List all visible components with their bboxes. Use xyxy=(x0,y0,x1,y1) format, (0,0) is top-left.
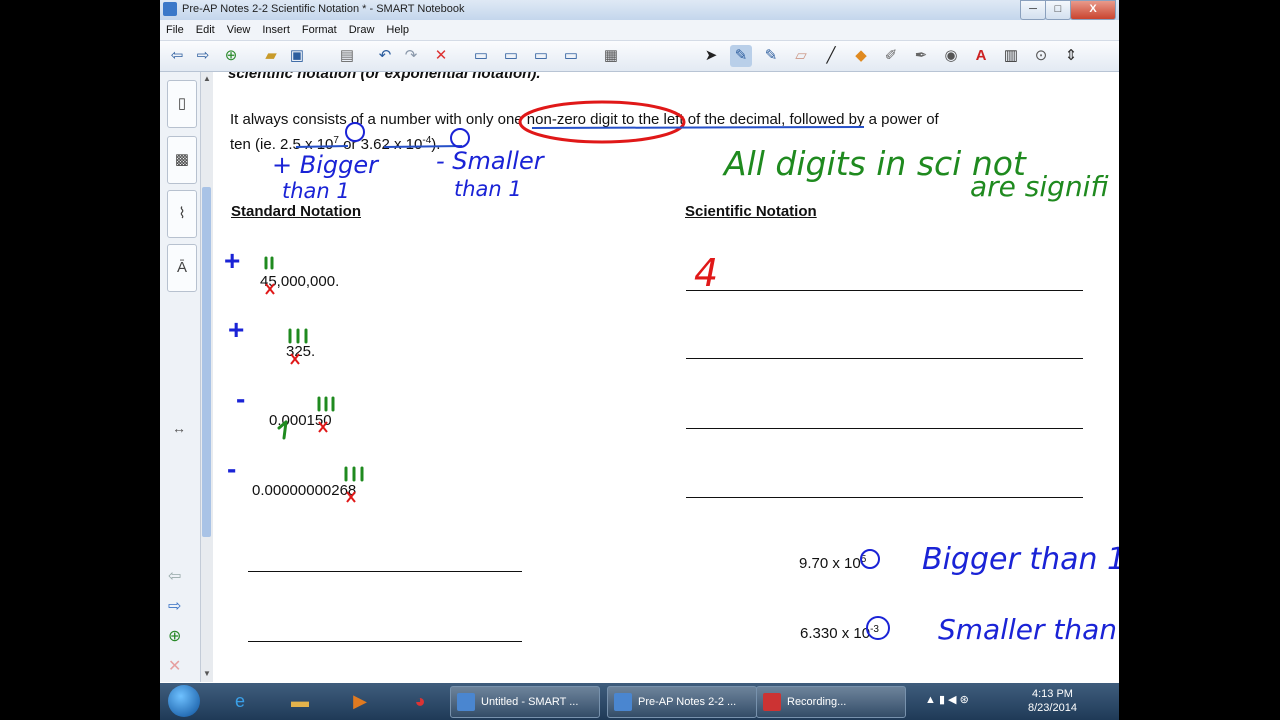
previous-page-icon[interactable]: ⇦ xyxy=(168,566,181,586)
maximize-button[interactable]: □ xyxy=(1045,0,1071,20)
minimize-button[interactable]: ─ xyxy=(1020,0,1046,20)
ink-are-significant: are signifi xyxy=(970,170,1109,203)
exponent-circle-4 xyxy=(866,616,890,640)
media-player-icon[interactable]: ▶ xyxy=(338,686,382,717)
task-label-1: Untitled - SMART ... xyxy=(481,696,579,708)
system-tray[interactable]: ▲ ▮ ◀ ⊛ xyxy=(925,693,969,706)
attachments-tab[interactable]: ⌇ xyxy=(167,190,197,238)
menu-view[interactable]: View xyxy=(221,21,257,36)
menu-draw[interactable]: Draw xyxy=(343,21,381,36)
menu-edit[interactable]: Edit xyxy=(190,21,221,36)
red-ink-ellipse xyxy=(518,100,686,144)
search-icon[interactable]: ⊙ xyxy=(1030,45,1052,67)
vertical-scrollbar[interactable]: ▲ ▼ xyxy=(201,72,213,682)
ink-sign-3: - xyxy=(236,383,245,414)
task-label-3: Recording... xyxy=(787,696,847,708)
smart-app-icon xyxy=(457,693,475,712)
ink-sign-1: + xyxy=(224,245,240,276)
next-page-icon[interactable]: ⇨ xyxy=(168,596,181,616)
side-tab-panel: ▯ ▩ ⌇ Ā ↔ ⇦ ⇨ ⊕ ✕ xyxy=(160,72,201,682)
save-icon[interactable]: ▣ xyxy=(286,45,308,67)
title-bar[interactable]: Pre-AP Notes 2-2 Scientific Notation * -… xyxy=(160,0,1119,20)
clock[interactable]: 4:13 PM 8/23/2014 xyxy=(1028,687,1077,715)
eraser-icon[interactable]: ▱ xyxy=(790,45,812,67)
shapes-icon[interactable]: ◆ xyxy=(850,45,872,67)
ink-plus-bigger: + Bigger xyxy=(272,151,380,179)
redo-icon[interactable]: ↷ xyxy=(400,45,422,67)
scroll-thumb[interactable] xyxy=(202,187,211,537)
open-icon[interactable]: ▰ xyxy=(260,45,282,67)
add-page-icon[interactable]: ⊕ xyxy=(220,45,242,67)
ink-bigger-than-1: Bigger than 1 xyxy=(922,542,1119,577)
display-icon[interactable]: ▭ xyxy=(500,45,522,67)
scroll-up-icon[interactable]: ▲ xyxy=(201,74,213,86)
forward-icon[interactable]: ⇨ xyxy=(192,45,214,67)
windows-taskbar: e ▬ ▶ ◕ Untitled - SMART ... Pre-AP Note… xyxy=(160,683,1119,720)
select-icon[interactable]: ➤ xyxy=(700,45,722,67)
capture-icon[interactable]: ▭ xyxy=(530,45,552,67)
smart-notebook-window: Pre-AP Notes 2-2 Scientific Notation * -… xyxy=(160,0,1119,720)
delete-page-icon[interactable]: ✕ xyxy=(168,656,181,676)
recorder-icon xyxy=(763,693,781,712)
undo-icon[interactable]: ↶ xyxy=(374,45,396,67)
green-tally-marks xyxy=(264,256,364,482)
page-sorter-tab[interactable]: ▯ xyxy=(167,80,197,128)
task-pre-ap-notes[interactable]: Pre-AP Notes 2-2 ... xyxy=(607,686,757,718)
smart-notebook-icon xyxy=(163,2,177,16)
ink-than-1-a: than 1 xyxy=(282,179,350,203)
toolbar: ⇦ ⇨ ⊕ ▰ ▣ ▤ ↶ ↷ ✕ ▭ ▭ ▭ ▭ ▦ ➤ ✎ ✎ ▱ ╱ ◆ … xyxy=(160,41,1119,72)
ink-answer-4: 4 xyxy=(694,251,718,295)
ink-sign-4: - xyxy=(227,453,236,484)
properties-tab[interactable]: Ā xyxy=(167,244,197,292)
clock-time: 4:13 PM xyxy=(1031,688,1073,700)
ie-icon[interactable]: e xyxy=(218,686,262,717)
ink-minus-smaller: - Smaller xyxy=(436,147,546,175)
clock-date: 8/23/2014 xyxy=(1028,702,1077,714)
task-untitled-smart[interactable]: Untitled - SMART ... xyxy=(450,686,600,718)
menu-help[interactable]: Help xyxy=(380,21,415,36)
add-page-side-icon[interactable]: ⊕ xyxy=(168,626,181,646)
menu-file[interactable]: File xyxy=(160,21,190,36)
more-icon[interactable]: ⇕ xyxy=(1060,45,1082,67)
exponent-circle-1 xyxy=(345,122,365,142)
ink-sign-2: + xyxy=(228,314,244,345)
delete-icon[interactable]: ✕ xyxy=(430,45,452,67)
back-icon[interactable]: ⇦ xyxy=(166,45,188,67)
chrome-icon[interactable]: ◕ xyxy=(398,686,442,717)
explorer-icon[interactable]: ▬ xyxy=(278,686,322,717)
window-title: Pre-AP Notes 2-2 Scientific Notation * -… xyxy=(182,3,465,15)
scroll-down-icon[interactable]: ▼ xyxy=(201,669,213,681)
fill-icon[interactable]: ◉ xyxy=(940,45,962,67)
notebook-page[interactable]: scientific notation (or exponential nota… xyxy=(214,72,1119,682)
screen-icon[interactable]: ▭ xyxy=(560,45,582,67)
magic-pen-icon[interactable]: ✐ xyxy=(880,45,902,67)
ink-smaller-than-1: Smaller than 1 xyxy=(938,613,1119,646)
line-icon[interactable]: ╱ xyxy=(820,45,842,67)
blue-ink-underline-2 xyxy=(295,145,349,148)
exponent-circle-2 xyxy=(450,128,470,148)
highlighter-icon[interactable]: ✒ xyxy=(910,45,932,67)
text-icon[interactable]: A xyxy=(970,45,992,67)
task-label-2: Pre-AP Notes 2-2 ... xyxy=(638,696,737,708)
table-icon[interactable]: ▦ xyxy=(600,45,622,67)
properties-icon[interactable]: ▥ xyxy=(1000,45,1022,67)
red-x-marks xyxy=(265,283,356,503)
menu-format[interactable]: Format xyxy=(296,21,343,36)
smart-app-icon-2 xyxy=(614,693,632,712)
gallery-tab[interactable]: ▩ xyxy=(167,136,197,184)
creative-pen-icon[interactable]: ✎ xyxy=(760,45,782,67)
paste-icon[interactable]: ▤ xyxy=(336,45,358,67)
exponent-circle-3 xyxy=(860,549,880,569)
resize-handle-icon[interactable]: ↔ xyxy=(172,420,186,436)
task-recording[interactable]: Recording... xyxy=(756,686,906,718)
close-button[interactable]: X xyxy=(1070,0,1116,20)
menu-bar: File Edit View Insert Format Draw Help xyxy=(160,20,1119,41)
pen-icon[interactable]: ✎ xyxy=(730,45,752,67)
menu-insert[interactable]: Insert xyxy=(256,21,296,36)
ink-than-1-b: than 1 xyxy=(454,177,522,201)
ink-layer: + Bigger than 1 - Smaller than 1 All dig… xyxy=(224,100,1119,646)
blue-ink-underline xyxy=(531,126,865,129)
start-button[interactable] xyxy=(168,685,200,717)
screen-shade-icon[interactable]: ▭ xyxy=(470,45,492,67)
